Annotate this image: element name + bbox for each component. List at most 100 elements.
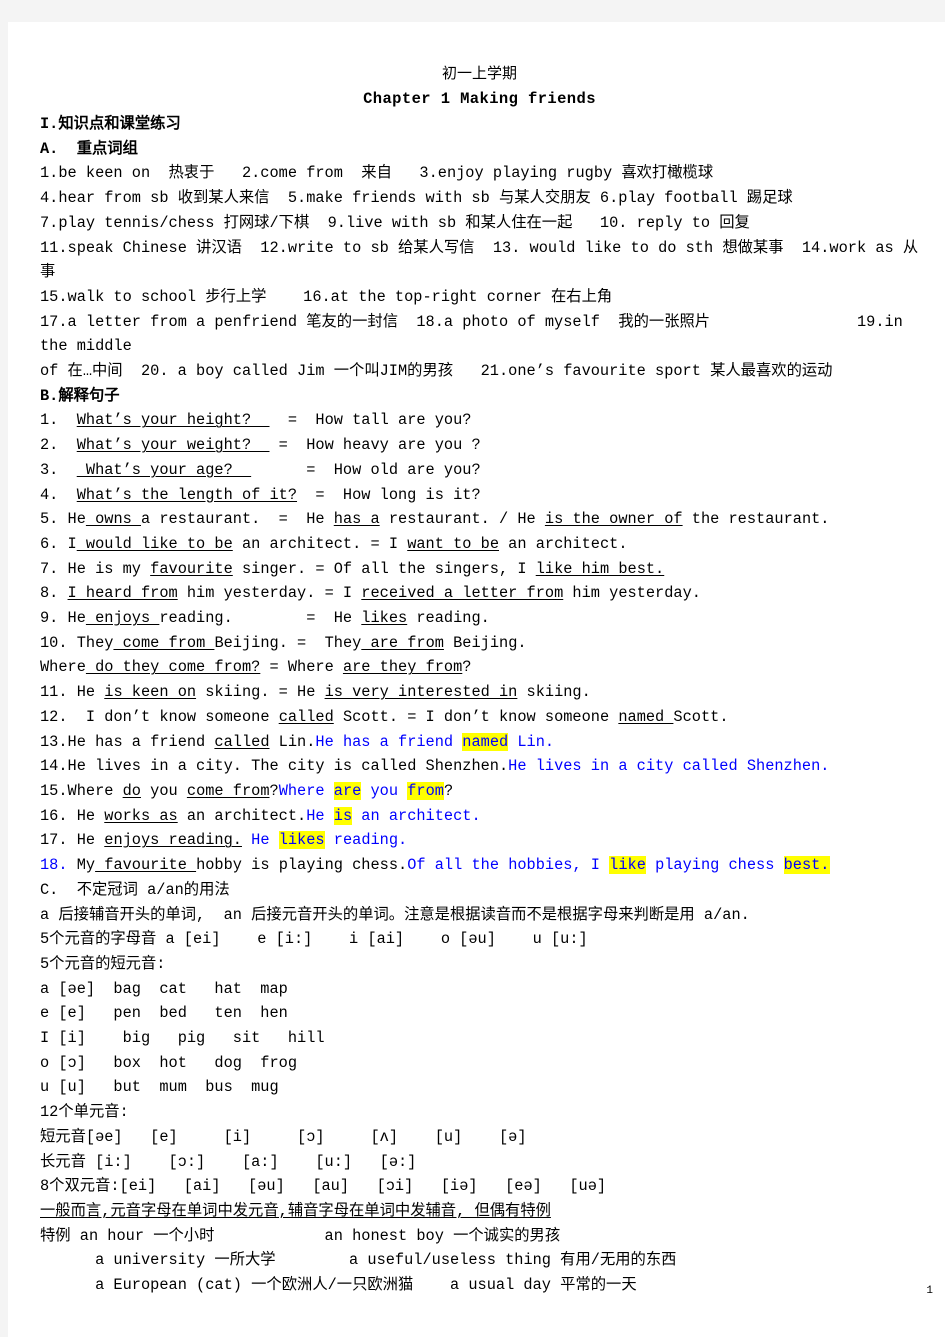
sentence-row: 10. They come from Beijing. = They are f…	[40, 631, 919, 656]
sentence-text: reading.	[407, 609, 490, 628]
sentence-number: 1.	[40, 411, 59, 430]
sentence-row: 4. What’s the length of it? = How long i…	[40, 483, 919, 508]
sentence-row: 2. What’s your weight? = How heavy are y…	[40, 433, 919, 458]
section-heading-I: I.知识点和课堂练习	[40, 115, 181, 133]
exception-list: 特例 an hour 一个小时 an honest boy 一个诚实的男孩 a …	[40, 1224, 919, 1298]
sentence-text: you	[140, 781, 187, 800]
sentence-answer-blank: do they come from?	[85, 658, 261, 677]
section-heading-A: A. 重点词组	[40, 139, 138, 158]
vowel-letters-line: 5个元音的字母音 a [ei] e [i:] i [ai] o [əu] u […	[40, 930, 588, 949]
sentence-number: 12.	[40, 707, 68, 726]
sentence-text: He has a friend	[67, 732, 215, 751]
sentence-answer-blank: want to be	[407, 534, 499, 553]
sentence-text: Beijing.	[443, 633, 527, 652]
exception-row: 特例 an hour 一个小时 an honest boy 一个诚实的男孩	[40, 1226, 561, 1245]
sentence-rewrite: reading.	[324, 831, 408, 850]
sentence-row: 8. I heard from him yesterday. = I recei…	[40, 581, 919, 606]
sentence-rewrite: He lives in a city called Shenzhen.	[508, 757, 830, 776]
page-title: 初一上学期	[441, 64, 517, 82]
sentence-text	[58, 486, 76, 504]
sentence-text: Beijing. = They	[214, 633, 362, 652]
sentence-answer-blank: is the owner of	[544, 510, 683, 529]
sentence-text: ?	[269, 781, 279, 800]
sentence-answer-blank: favourite	[95, 856, 197, 875]
sentence-number: 4.	[40, 485, 59, 504]
sentence-text: I don’t know someone	[67, 707, 279, 726]
sentence-text: a restaurant. = He	[140, 510, 334, 529]
sentence-text: restaurant. / He	[379, 510, 545, 529]
sentence-text: He	[67, 806, 105, 825]
long-vowels-list: 长元音 [i:] [ɔ:] [a:] [u:] [ə:]	[40, 1152, 417, 1171]
phrase-line: 4.hear from sb 收到某人来信 5.make friends wit…	[40, 189, 793, 208]
sentence-text: = How tall are you?	[269, 411, 472, 430]
sentence-list: 1. What’s your height? = How tall are yo…	[40, 408, 919, 877]
sentence-answer-blank: What’s your height?	[76, 411, 270, 430]
document-page: 初一上学期 Chapter 1 Making friends I.知识点和课堂练…	[8, 22, 945, 1337]
sentence-text: singer. = Of all the singers, I	[232, 559, 536, 578]
sentence-number: 17.	[40, 831, 68, 850]
sentence-text: He	[58, 609, 86, 628]
sentence-row: 18. My favourite hobby is playing chess.…	[40, 853, 919, 878]
sentence-number: 10.	[40, 633, 68, 652]
phrase-line: 1.be keen on 热衷于 2.come from 来自 3.enjoy …	[40, 164, 714, 183]
sentence-answer-blank: What’s the length of it?	[76, 485, 298, 504]
sentence-row: 9. He enjoys reading. = He likes reading…	[40, 606, 919, 631]
phrase-line: 11.speak Chinese 讲汉语 12.write to sb 给某人写…	[40, 238, 919, 282]
sentence-text: him yesterday.	[563, 584, 701, 603]
short-vowel-row: e [e] pen bed ten hen	[40, 1004, 288, 1023]
sentence-answer-blank: are they from	[342, 658, 463, 677]
sentence-answer-blank: like him best.	[535, 559, 665, 578]
sentence-number: 13.	[40, 732, 68, 751]
sentence-number: 9.	[40, 609, 59, 628]
sentence-rewrite: playing chess	[645, 856, 784, 875]
sentence-answer-blank: has a	[333, 510, 380, 529]
sentence-row: 11. He is keen on skiing. = He is very i…	[40, 680, 919, 705]
short-vowel-row: o [ɔ] box hot dog frog	[40, 1053, 298, 1072]
sentence-row: 7. He is my favourite singer. = Of all t…	[40, 557, 919, 582]
sentence-rewrite: Of all the hobbies, I	[407, 856, 610, 875]
sentence-text	[58, 411, 76, 429]
sentence-highlight: from	[407, 781, 444, 800]
sentence-text: = Where	[260, 658, 343, 677]
sentence-row: 1. What’s your height? = How tall are yo…	[40, 408, 919, 433]
sentence-text: They	[67, 633, 114, 652]
sentence-answer-blank: is very interested in	[324, 683, 518, 702]
sentence-text: Where	[40, 658, 86, 677]
sentence-text: skiing.	[517, 683, 591, 702]
sentence-text	[242, 831, 251, 849]
sentence-text: Lin.	[269, 732, 316, 751]
sentence-answer-blank: come from	[186, 781, 270, 800]
chapter-heading: Chapter 1 Making friends	[363, 90, 596, 108]
exception-row: a university 一所大学 a useful/useless thing…	[40, 1251, 677, 1270]
sentence-text: reading. = He	[159, 609, 362, 628]
sentence-text: ?	[443, 781, 454, 800]
sentence-number: 2.	[40, 436, 59, 455]
sentence-answer-blank: owns	[85, 510, 141, 529]
sentence-row: Where do they come from? = Where are the…	[40, 655, 919, 680]
sentence-number: 15.	[40, 781, 68, 800]
sentence-answer-blank: likes	[361, 609, 408, 628]
sentence-answer-blank: received a letter from	[361, 584, 564, 603]
sentence-text: He	[67, 683, 105, 702]
section-heading-B: B.解释句子	[40, 386, 120, 405]
sentence-highlight: is	[333, 806, 353, 825]
short-vowel-table: a [əe] bag cat hat map e [e] pen bed ten…	[40, 977, 919, 1101]
sentence-highlight: likes	[278, 831, 325, 850]
sentence-answer-blank: enjoys	[85, 609, 160, 628]
sentence-row: 6. I would like to be an architect. = I …	[40, 532, 919, 557]
sentence-text	[58, 584, 67, 602]
short-vowels-list: 短元音[əe] [e] [i] [ɔ] [ʌ] [u] [ə]	[40, 1127, 527, 1146]
sentence-text: My	[67, 856, 96, 875]
sentence-answer-blank: named	[618, 707, 674, 726]
sentence-text: = How long is it?	[297, 485, 481, 504]
phrase-line: 15.walk to school 步行上学 16.at the top-rig…	[40, 287, 613, 306]
sentence-row: 12. I don’t know someone called Scott. =…	[40, 705, 919, 730]
sentence-answer-blank: works as	[104, 806, 178, 825]
phrase-line: of 在…中间 20. a boy called Jim 一个叫JIM的男孩 2…	[40, 362, 833, 381]
short-vowel-row: I [i] big pig sit hill	[40, 1029, 325, 1048]
sentence-text: hobby is playing chess.	[196, 856, 408, 875]
short-vowels-heading: 5个元音的短元音:	[40, 954, 166, 973]
sentence-text: He lives in a city. The city is called S…	[67, 757, 509, 776]
sentence-answer-blank: What’s your weight?	[76, 436, 270, 455]
sentence-rewrite: He	[251, 831, 279, 850]
